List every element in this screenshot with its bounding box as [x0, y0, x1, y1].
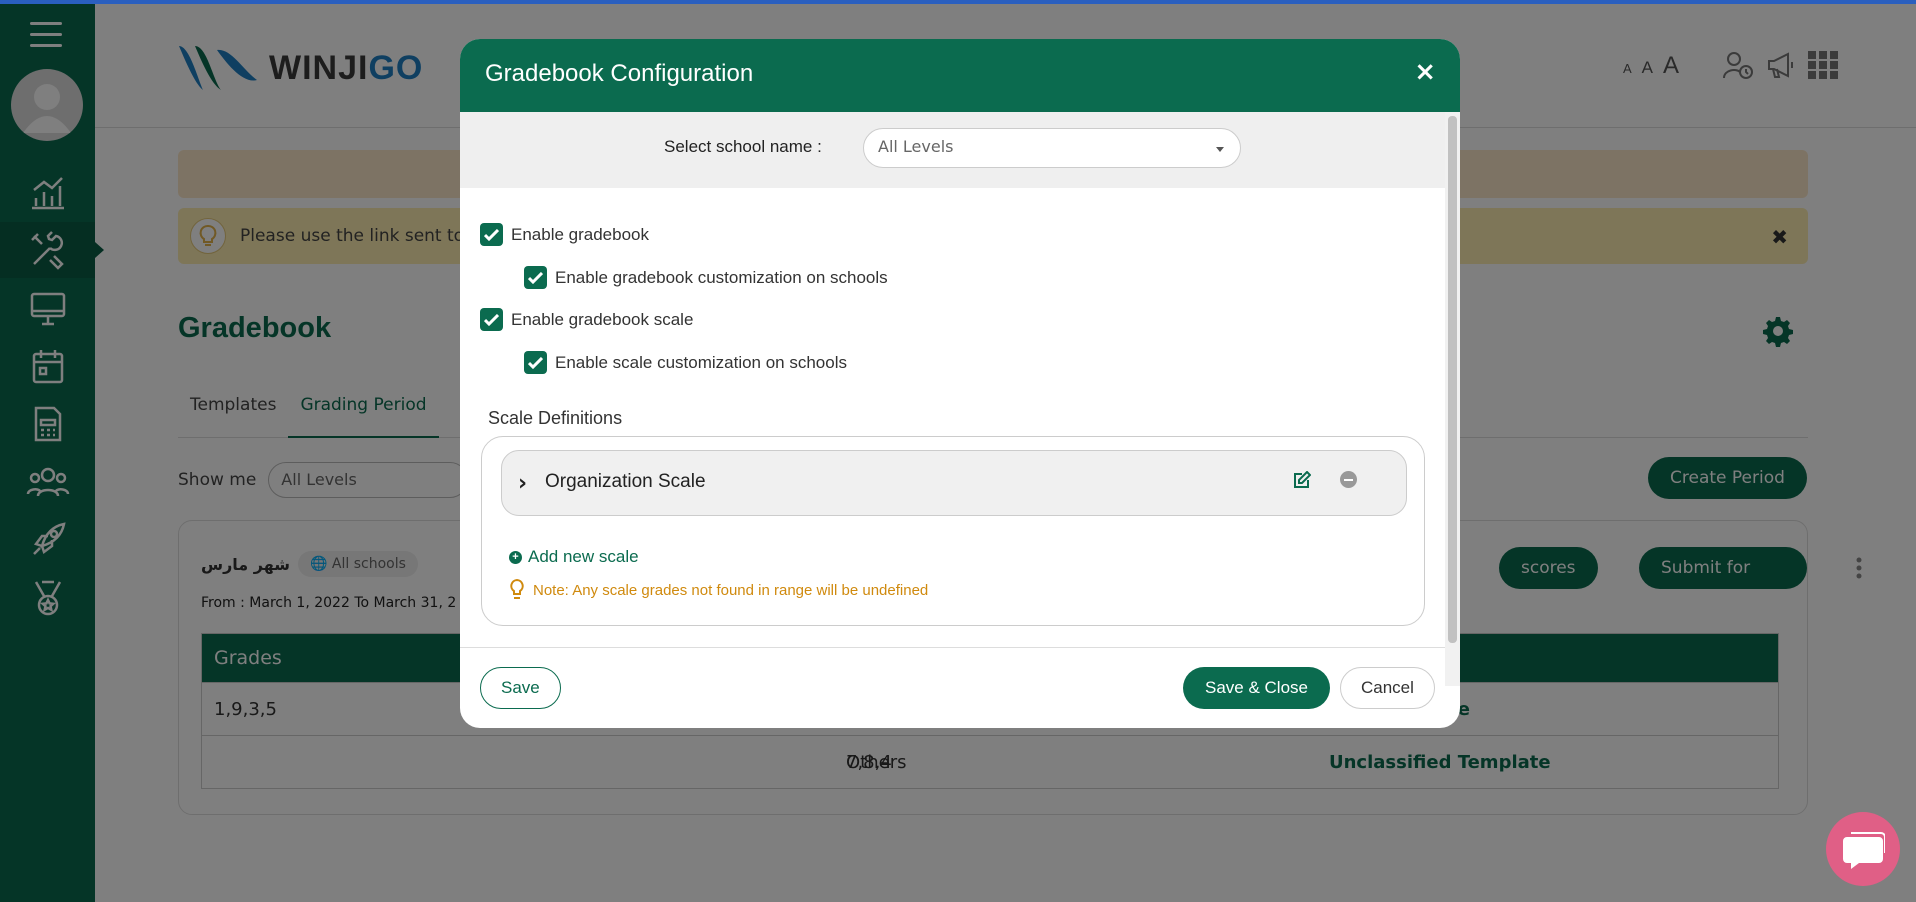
- enable-scale-customization-checkbox-row[interactable]: Enable scale customization on schools: [524, 351, 847, 374]
- gradebook-config-modal: Gradebook Configuration × Select school …: [460, 39, 1460, 728]
- checkbox-checked[interactable]: [524, 266, 547, 289]
- add-new-scale-link[interactable]: + Add new scale: [509, 547, 639, 567]
- edit-icon[interactable]: [1293, 471, 1311, 489]
- cancel-button[interactable]: Cancel: [1340, 667, 1435, 709]
- chat-icon: [1843, 832, 1885, 869]
- save-button[interactable]: Save: [480, 667, 561, 709]
- add-new-scale-label: Add new scale: [528, 547, 639, 566]
- checkbox-checked[interactable]: [480, 223, 503, 246]
- checkbox-checked[interactable]: [480, 308, 503, 331]
- school-select[interactable]: All Levels: [863, 128, 1241, 168]
- close-icon[interactable]: ×: [1414, 57, 1436, 87]
- plus-circle-icon: +: [509, 550, 522, 564]
- school-select-row: Select school name : All Levels: [460, 112, 1445, 188]
- modal-header: Gradebook Configuration ×: [460, 39, 1460, 112]
- scale-item[interactable]: › Organization Scale: [501, 450, 1407, 516]
- scale-definitions-heading: Scale Definitions: [488, 408, 623, 428]
- modal-scrollbar[interactable]: [1445, 112, 1460, 686]
- scale-definitions-box: › Organization Scale + Add new scale Not…: [481, 436, 1425, 626]
- lightbulb-icon: [510, 579, 524, 599]
- checkbox-label: Enable gradebook: [511, 224, 650, 244]
- scale-name: Organization Scale: [545, 471, 706, 492]
- enable-gradebook-customization-checkbox-row[interactable]: Enable gradebook customization on school…: [524, 266, 888, 289]
- scale-note-text: Note: Any scale grades not found in rang…: [533, 581, 929, 599]
- school-select-value: All Levels: [878, 137, 954, 156]
- scale-note: Note: Any scale grades not found in rang…: [509, 579, 928, 601]
- chat-button[interactable]: [1826, 812, 1900, 886]
- checkbox-label: Enable gradebook customization on school…: [555, 267, 888, 287]
- checkbox-checked[interactable]: [524, 351, 547, 374]
- chevron-right-icon[interactable]: ›: [518, 471, 527, 496]
- modal-title: Gradebook Configuration: [485, 60, 754, 87]
- save-close-button[interactable]: Save & Close: [1183, 667, 1330, 709]
- scrollbar-thumb[interactable]: [1448, 116, 1457, 643]
- enable-gradebook-scale-checkbox-row[interactable]: Enable gradebook scale: [480, 308, 693, 331]
- remove-icon[interactable]: [1340, 471, 1357, 488]
- checkbox-label: Enable gradebook scale: [511, 309, 694, 329]
- chevron-down-icon: [1216, 147, 1224, 152]
- school-select-label: Select school name :: [664, 137, 822, 156]
- enable-gradebook-checkbox-row[interactable]: Enable gradebook: [480, 223, 649, 246]
- modal-footer: Save Save & Close Cancel: [460, 647, 1445, 728]
- top-accent-line: [0, 0, 1916, 4]
- checkbox-label: Enable scale customization on schools: [555, 352, 847, 372]
